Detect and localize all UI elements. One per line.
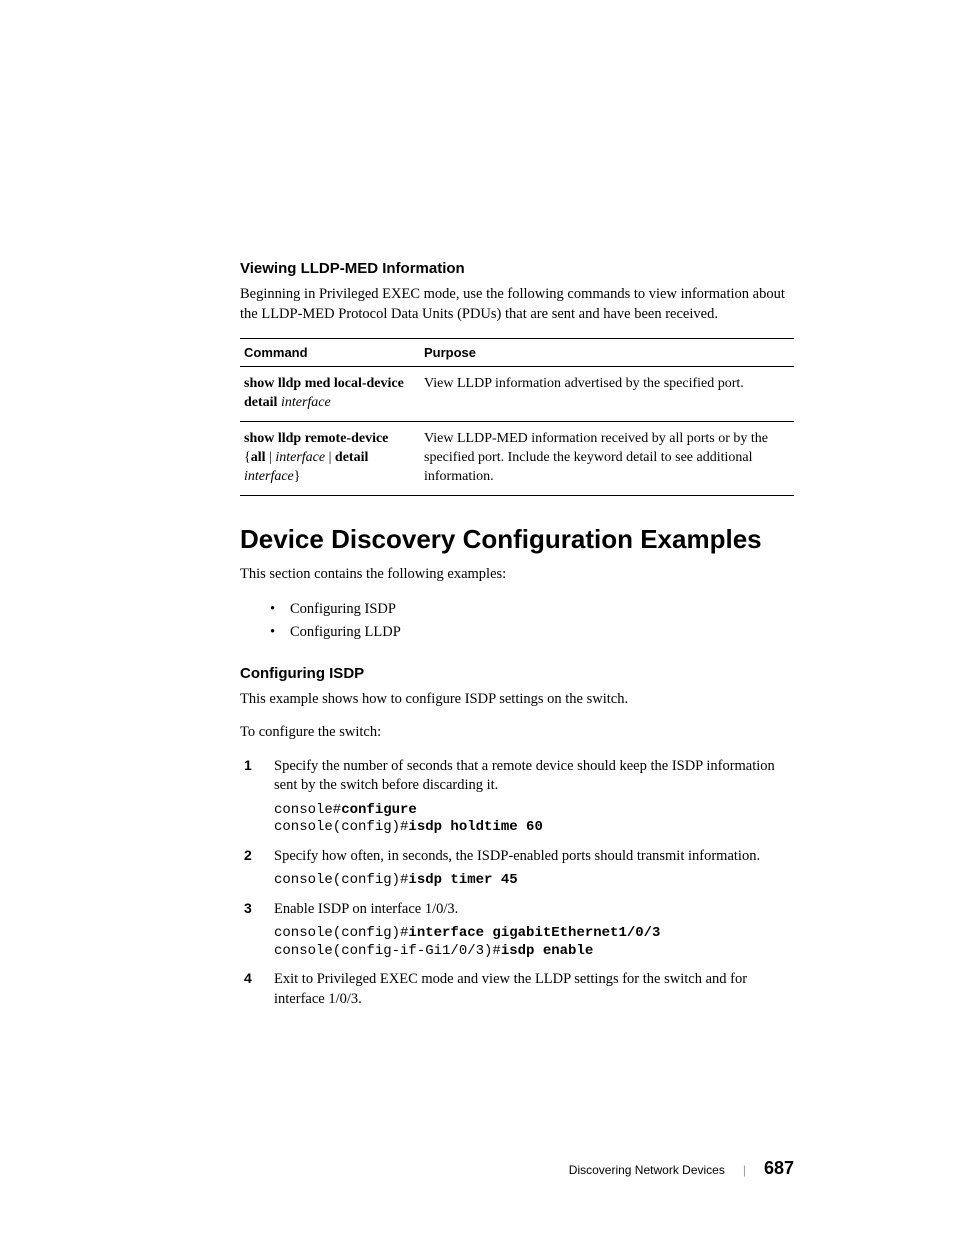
code-block: console(config)#isdp timer 45 xyxy=(274,872,794,890)
page-number: 687 xyxy=(764,1158,794,1179)
command-table: Command Purpose show lldp med local-devi… xyxy=(240,338,794,495)
table-header-command: Command xyxy=(240,339,420,367)
table-row: show lldp remote-device {all | interface… xyxy=(240,421,794,495)
command-cell: show lldp remote-device {all | interface… xyxy=(240,421,420,495)
table-row: show lldp med local-device detail interf… xyxy=(240,367,794,422)
subsection-heading: Viewing LLDP-MED Information xyxy=(240,260,794,277)
purpose-cell: View LLDP-MED information received by al… xyxy=(420,421,794,495)
step-item: Specify the number of seconds that a rem… xyxy=(274,757,794,837)
page-footer: Discovering Network Devices | 687 xyxy=(569,1158,794,1179)
intro-paragraph: This example shows how to configure ISDP… xyxy=(240,690,794,710)
step-text: Specify how often, in seconds, the ISDP-… xyxy=(274,847,794,867)
command-cell: show lldp med local-device detail interf… xyxy=(240,367,420,422)
intro-paragraph: This section contains the following exam… xyxy=(240,565,794,585)
step-item: Enable ISDP on interface 1/0/3. console(… xyxy=(274,900,794,961)
footer-divider: | xyxy=(743,1163,746,1177)
section-title: Device Discovery Configuration Examples xyxy=(240,524,794,555)
section-configuring-isdp: Configuring ISDP This example shows how … xyxy=(240,665,794,1010)
subsection-heading: Configuring ISDP xyxy=(240,665,794,682)
code-block: console(config)#interface gigabitEtherne… xyxy=(274,925,794,960)
footer-chapter: Discovering Network Devices xyxy=(569,1163,725,1177)
purpose-cell: View LLDP information advertised by the … xyxy=(420,367,794,422)
step-text: Enable ISDP on interface 1/0/3. xyxy=(274,900,794,920)
step-item: Specify how often, in seconds, the ISDP-… xyxy=(274,847,794,890)
step-list: Specify the number of seconds that a rem… xyxy=(274,757,794,1010)
code-block: console#configure console(config)#isdp h… xyxy=(274,802,794,837)
step-text: Exit to Privileged EXEC mode and view th… xyxy=(274,970,794,1009)
step-item: Exit to Privileged EXEC mode and view th… xyxy=(274,970,794,1009)
section-viewing-lldp-med: Viewing LLDP-MED Information Beginning i… xyxy=(240,260,794,496)
intro-paragraph: To configure the switch: xyxy=(240,723,794,743)
intro-paragraph: Beginning in Privileged EXEC mode, use t… xyxy=(240,285,794,324)
example-list: Configuring ISDP Configuring LLDP xyxy=(270,598,794,644)
step-text: Specify the number of seconds that a rem… xyxy=(274,757,794,796)
list-item: Configuring ISDP xyxy=(270,598,794,621)
list-item: Configuring LLDP xyxy=(270,621,794,644)
table-header-purpose: Purpose xyxy=(420,339,794,367)
section-config-examples: Device Discovery Configuration Examples … xyxy=(240,524,794,645)
